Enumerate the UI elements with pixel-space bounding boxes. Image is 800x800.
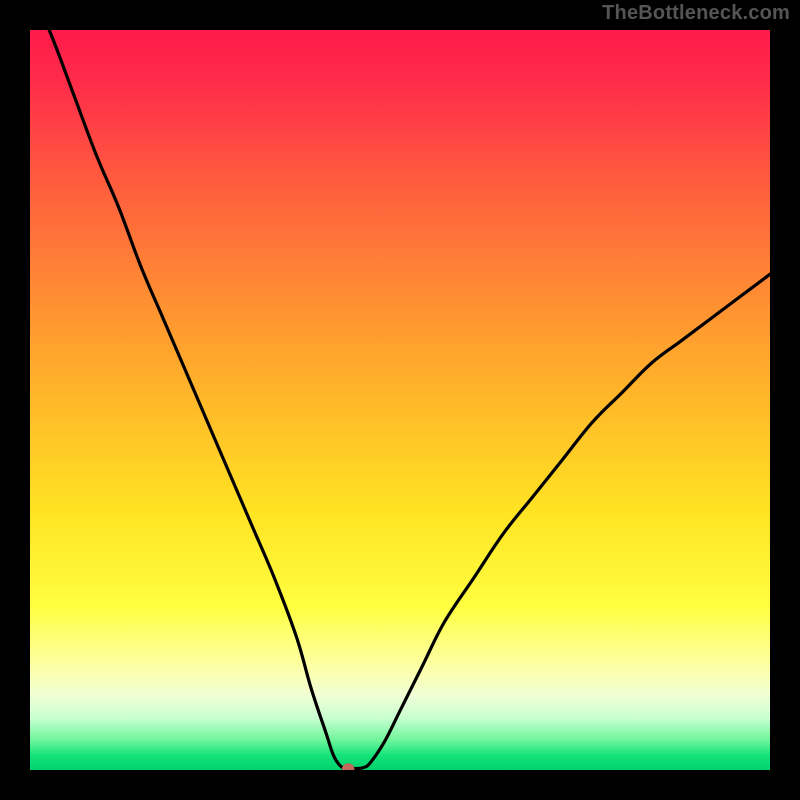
plot-area (30, 30, 770, 770)
watermark-text: TheBottleneck.com (602, 2, 790, 25)
curve-svg (30, 30, 770, 770)
bottleneck-curve (30, 30, 770, 769)
chart-frame: TheBottleneck.com (0, 0, 800, 800)
minimum-marker (342, 764, 354, 770)
